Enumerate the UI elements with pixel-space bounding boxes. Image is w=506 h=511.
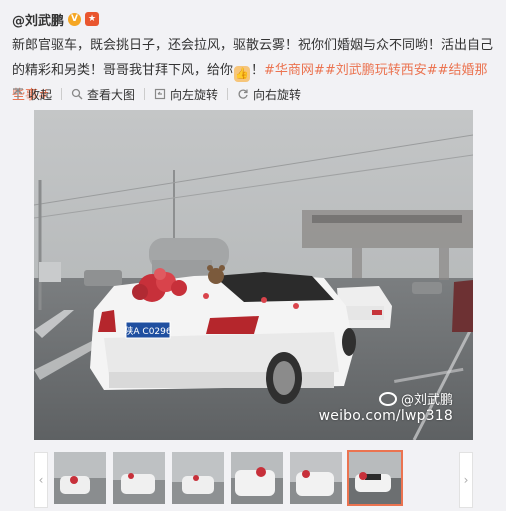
toolbar-divider [227,88,229,100]
license-plate-text: 陕A C0296 [124,325,171,337]
author-name[interactable]: @刘武鹏 [12,10,64,29]
thumbnail-5[interactable] [290,452,342,504]
view-large-label: 查看大图 [87,87,136,102]
view-large-button[interactable]: 查看大图 [71,86,135,103]
post-tail: ！ [251,63,265,78]
photo-watermark: @刘武鹏 weibo.com/lwp318 [319,389,453,424]
thumbnail-3[interactable] [172,452,224,504]
watermark-url: weibo.com/lwp318 [318,408,453,424]
thumbnail-image [349,452,401,504]
watermark-user: @刘武鹏 [400,393,453,408]
thumbnail-strip: ‹ › [34,450,473,508]
toolbar-divider [61,88,63,100]
weibo-card: @刘武鹏 V ★ 新郎官驱车，既会挑日子，还会拉风，驱散云雾！祝你们婚姻与众不同… [0,0,506,511]
rotate-left-label: 向左旋转 [170,87,219,102]
thumbnail-4[interactable] [231,452,283,504]
author-row: @刘武鹏 V ★ [12,10,100,29]
rotate-left-button[interactable]: 向左旋转 [154,86,218,103]
rotate-right-label: 向右旋转 [253,87,302,102]
member-badge-icon: ★ [85,12,100,26]
next-arrow-icon[interactable]: › [459,452,473,508]
topic-tag-huashang[interactable]: #华商网# [264,63,325,78]
thumbnail-2[interactable] [113,452,165,504]
image-toolbar: 收起 查看大图 向左旋转 向右旋转 [12,85,301,103]
thumbnail-image [113,452,165,504]
thumbnail-image [172,452,224,504]
prev-arrow-icon[interactable]: ‹ [34,452,48,508]
collapse-label: 收起 [28,87,53,102]
collapse-arrow-icon [13,88,23,99]
verified-badge-icon: V [68,12,82,26]
thumbnail-image [290,452,342,504]
thumbnail-6-active[interactable] [347,450,403,506]
magnifier-icon [71,88,83,100]
topic-tag-liuwupeng-xian[interactable]: #刘武鹏玩转西安# [325,63,438,78]
collapse-button[interactable]: 收起 [12,86,52,103]
rotate-left-icon [154,88,166,100]
thumbs-up-emoji-icon: 👍 [234,66,251,82]
rotate-right-icon [238,89,248,99]
main-photo[interactable]: 陕A C0296 @刘武鹏 weibo.com/lwp318 [34,110,473,440]
thumbnail-image [231,452,283,504]
rotate-right-button[interactable]: 向右旋转 [237,86,301,103]
toolbar-divider [144,88,146,100]
thumbnail-image [54,452,106,504]
thumbnail-1[interactable] [54,452,106,504]
weibo-logo-icon [378,391,397,406]
